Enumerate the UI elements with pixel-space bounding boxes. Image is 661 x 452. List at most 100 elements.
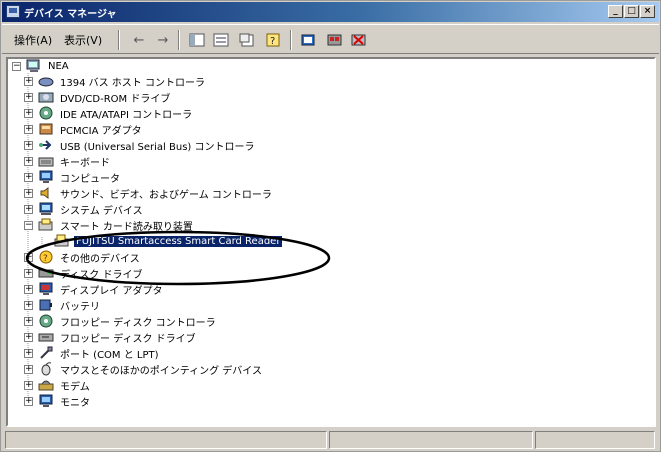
tree-item-other-devices[interactable]: + ? その他のデバイス xyxy=(24,249,142,265)
tree-item-label: 1394 バス ホスト コントローラ xyxy=(60,77,205,89)
help-button[interactable]: ? xyxy=(262,30,284,50)
forward-button[interactable]: → xyxy=(152,30,174,50)
tree-item-ide-controller[interactable]: + IDE ATA/ATAPI コントローラ xyxy=(24,105,194,121)
expand-button[interactable]: + xyxy=(24,300,33,310)
maximize-button[interactable]: □ xyxy=(624,5,639,18)
tree-item-label: バッテリ xyxy=(60,301,100,313)
battery-icon xyxy=(38,298,54,312)
tree-item-label: IDE ATA/ATAPI コントローラ xyxy=(60,109,193,121)
uninstall-button[interactable] xyxy=(348,30,370,50)
tree-item-label: その他のデバイス xyxy=(60,253,140,265)
ide-controller-icon xyxy=(38,106,54,120)
other-device-icon: ? xyxy=(38,250,54,264)
tree-item-computer[interactable]: + コンピュータ xyxy=(24,169,122,185)
back-button[interactable]: ← xyxy=(128,30,150,50)
menu-view[interactable]: 表示(V) xyxy=(64,32,102,48)
port-icon xyxy=(38,346,54,360)
tree-root-label: NEA xyxy=(48,60,69,72)
disk-drive-icon xyxy=(38,266,54,280)
expand-button[interactable]: + xyxy=(24,204,33,214)
tree-item-display-adapters[interactable]: + ディスプレイ アダプタ xyxy=(24,281,164,297)
tree-item-floppy-drives[interactable]: + フロッピー ディスク ドライブ xyxy=(24,329,198,345)
tree-item-system-devices[interactable]: + システム デバイス xyxy=(24,201,145,217)
computer-monitor-icon xyxy=(38,170,54,184)
forward-arrow-icon: → xyxy=(157,32,169,48)
tree-item-label: システム デバイス xyxy=(60,205,143,217)
tree-item-label-selected: FUJITSU Smartaccess Smart Card Reader xyxy=(74,235,283,247)
status-panel xyxy=(5,431,327,449)
expand-button[interactable]: + xyxy=(24,268,33,278)
uninstall-icon xyxy=(351,34,366,46)
view-button[interactable] xyxy=(210,30,232,50)
tree-item-fujitsu-smartcard-reader[interactable]: FUJITSU Smartaccess Smart Card Reader xyxy=(54,233,283,249)
tree-item-sound-video-game[interactable]: + サウンド、ビデオ、およびゲーム コントローラ xyxy=(24,185,274,201)
properties-icon xyxy=(239,33,254,47)
computer-icon xyxy=(26,59,42,73)
expand-button[interactable]: + xyxy=(24,380,33,390)
close-button[interactable]: × xyxy=(640,5,655,18)
tree-item-label: フロッピー ディスク ドライブ xyxy=(60,333,196,345)
tree-item-monitors[interactable]: + モニタ xyxy=(24,393,92,409)
tree-item-ports[interactable]: + ポート (COM と LPT) xyxy=(24,345,161,361)
show-hide-tree-button[interactable] xyxy=(186,30,208,50)
tree-item-label: PCMCIA アダプタ xyxy=(60,125,142,137)
expand-button[interactable]: + xyxy=(24,332,33,342)
status-panel xyxy=(535,431,655,449)
properties-button[interactable] xyxy=(236,30,258,50)
expand-button[interactable]: + xyxy=(24,316,33,326)
caption-buttons: _ □ × xyxy=(608,5,655,18)
expand-button[interactable]: + xyxy=(24,396,33,406)
tree-item-mice[interactable]: + マウスとそのほかのポインティング デバイス xyxy=(24,361,264,377)
collapse-button[interactable]: − xyxy=(24,220,33,230)
expand-button[interactable]: + xyxy=(24,172,33,182)
expand-button[interactable]: + xyxy=(24,92,33,102)
tree-item-keyboard[interactable]: + キーボード xyxy=(24,153,112,169)
tree-item-label: モニタ xyxy=(60,397,90,409)
device-tree[interactable]: − NEA + 1394 バス ホスト コントローラ + DVD/CD-ROM … xyxy=(6,57,656,427)
expand-button[interactable]: + xyxy=(24,348,33,358)
status-panel xyxy=(329,431,533,449)
tree-item-label: USB (Universal Serial Bus) コントローラ xyxy=(60,141,255,153)
toolbar: 操作(A) 表示(V) ← → ? xyxy=(2,24,659,54)
scan-hardware-icon xyxy=(301,34,315,46)
pcmcia-adapter-icon xyxy=(38,122,54,136)
status-bar xyxy=(2,431,659,451)
scan-hardware-button[interactable] xyxy=(298,30,320,50)
tree-item-smartcard-readers[interactable]: − スマート カード読み取り装置 xyxy=(24,217,195,233)
expand-button[interactable]: + xyxy=(24,140,33,150)
tree-item-label: サウンド、ビデオ、およびゲーム コントローラ xyxy=(60,189,272,201)
display-adapter-icon xyxy=(38,282,54,296)
expand-button[interactable]: + xyxy=(24,284,33,294)
back-arrow-icon: ← xyxy=(133,32,145,48)
svg-text:?: ? xyxy=(270,36,275,47)
tree-root[interactable]: − NEA xyxy=(12,59,71,74)
toolbar-separator xyxy=(178,30,180,50)
tree-item-label: ディスク ドライブ xyxy=(60,269,143,281)
expand-button[interactable]: + xyxy=(24,108,33,118)
tree-item-dvd-cdrom[interactable]: + DVD/CD-ROM ドライブ xyxy=(24,89,172,105)
expand-button[interactable]: + xyxy=(24,364,33,374)
expand-button[interactable]: + xyxy=(24,252,33,262)
minimize-button[interactable]: _ xyxy=(608,5,623,18)
tree-item-disk-drives[interactable]: + ディスク ドライブ xyxy=(24,265,144,281)
expand-button[interactable]: + xyxy=(24,124,33,134)
tree-item-label: スマート カード読み取り装置 xyxy=(60,221,193,233)
tree-item-pcmcia[interactable]: + PCMCIA アダプタ xyxy=(24,121,144,137)
expand-button[interactable]: + xyxy=(24,188,33,198)
expand-button[interactable]: + xyxy=(24,156,33,166)
floppy-drive-icon xyxy=(38,330,54,344)
tree-item-batteries[interactable]: + バッテリ xyxy=(24,297,102,313)
tree-item-1394-controller[interactable]: + 1394 バス ホスト コントローラ xyxy=(24,73,207,89)
console-tree-icon xyxy=(189,33,205,47)
update-driver-button[interactable] xyxy=(324,30,346,50)
tree-item-modems[interactable]: + モデム xyxy=(24,377,92,393)
modem-icon xyxy=(38,378,54,392)
collapse-button[interactable]: − xyxy=(12,61,21,71)
tree-item-label: マウスとそのほかのポインティング デバイス xyxy=(60,365,262,377)
tree-item-usb-controller[interactable]: + USB (Universal Serial Bus) コントローラ xyxy=(24,137,256,153)
menu-action[interactable]: 操作(A) xyxy=(14,32,52,48)
tree-item-floppy-controller[interactable]: + フロッピー ディスク コントローラ xyxy=(24,313,218,329)
title-bar[interactable]: デバイス マネージャ _ □ × xyxy=(2,2,659,22)
svg-text:?: ? xyxy=(43,254,48,264)
expand-button[interactable]: + xyxy=(24,76,33,86)
